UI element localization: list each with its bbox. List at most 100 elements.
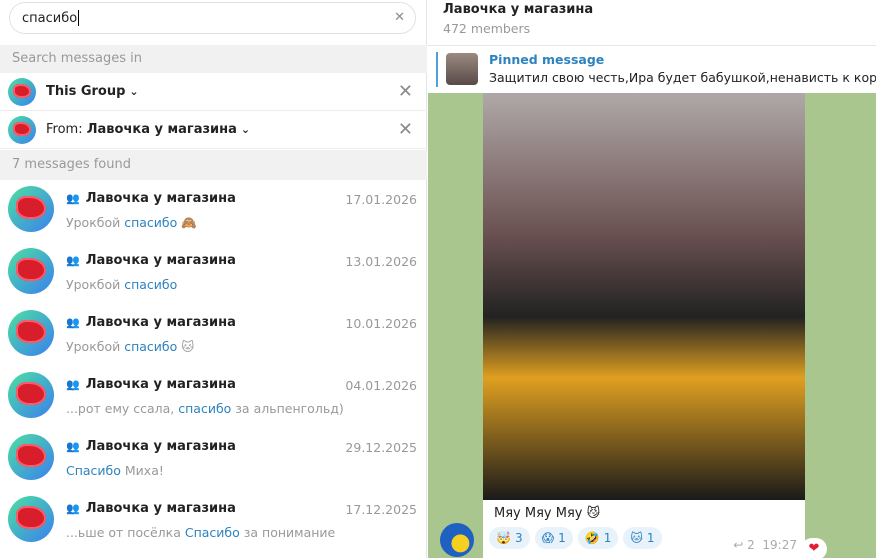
- reaction-count: 3: [514, 531, 523, 545]
- preview-text: Миха!: [120, 463, 164, 478]
- pinned-bar: [436, 52, 438, 87]
- result-preview: Урокбой спасибо 🐱: [66, 339, 194, 354]
- filter-from[interactable]: From: Лавочка у магазина ⌄ ✕: [0, 111, 427, 149]
- chat-area: Мяу Мяу Мяу 😼 🤯 3 😱 1 🤣 1 🐱 1 ↩ 2 19:27: [428, 93, 876, 558]
- preview-text: за альпенгольд): [231, 401, 344, 416]
- match-highlight: Спасибо: [184, 525, 240, 540]
- search-result[interactable]: 👥 Лавочка у магазина 17.12.2025 ...ьше от…: [0, 490, 427, 552]
- group-icon: 👥: [66, 440, 80, 453]
- match-highlight: спасибо: [124, 339, 178, 354]
- result-name: Лавочка у магазина: [85, 501, 236, 516]
- pinned-message[interactable]: Pinned message Защитил свою честь,Ира бу…: [428, 46, 876, 93]
- result-name: Лавочка у магазина: [85, 191, 236, 206]
- chat-title: Лавочка у магазина: [443, 2, 594, 17]
- result-preview: Урокбой спасибо 🙈: [66, 215, 197, 231]
- group-icon: 👥: [66, 378, 80, 391]
- reaction-chip[interactable]: 🤣 1: [577, 527, 619, 549]
- results-count: 7 messages found: [0, 150, 427, 180]
- group-avatar: [8, 372, 54, 418]
- reaction-chip[interactable]: 🤯 3: [489, 527, 530, 549]
- search-in-label: Search messages in: [0, 45, 427, 73]
- reply-count[interactable]: 2: [747, 538, 755, 552]
- group-avatar: [8, 496, 54, 542]
- preview-text: Урокбой: [66, 339, 125, 354]
- chevron-down-icon[interactable]: ⌄: [241, 123, 250, 136]
- preview-text: Урокбой: [66, 215, 125, 230]
- preview-text: 🐱: [177, 339, 195, 354]
- group-avatar: [8, 77, 36, 106]
- chat-panel: Лавочка у магазина 472 members Pinned me…: [428, 0, 876, 560]
- group-avatar: [8, 310, 54, 356]
- reaction-count: 1: [646, 531, 655, 545]
- pinned-title: Pinned message: [489, 52, 605, 67]
- chevron-down-icon[interactable]: ⌄: [129, 85, 138, 98]
- chat-header[interactable]: Лавочка у магазина 472 members: [428, 0, 876, 46]
- group-avatar: [8, 186, 54, 232]
- pinned-text: Защитил свою честь,Ира будет бабушкой,не…: [489, 70, 876, 85]
- result-date: 13.01.2026: [345, 254, 417, 269]
- search-panel: спасибо ✕ Search messages in This Group ⌄…: [0, 0, 427, 558]
- preview-text: Урокбой: [66, 277, 125, 292]
- group-icon: 👥: [66, 192, 80, 205]
- filter-prefix: From:: [46, 122, 87, 137]
- result-preview: Спасибо Миха!: [66, 463, 164, 478]
- filter-this-group[interactable]: This Group ⌄ ✕: [0, 73, 427, 111]
- result-name: Лавочка у магазина: [85, 377, 236, 392]
- result-name: Лавочка у магазина: [85, 439, 236, 454]
- reaction-count: 1: [603, 531, 612, 545]
- filter-label: Лавочка у магазина: [86, 122, 237, 137]
- heart-reaction-icon[interactable]: ❤: [801, 538, 827, 560]
- message-time: 19:27: [762, 538, 797, 552]
- reaction-emoji: 🤯: [496, 531, 511, 545]
- search-result[interactable]: 👥 Лавочка у магазина 10.01.2026 Урокбой с…: [0, 304, 427, 366]
- match-highlight: спасибо: [124, 215, 178, 230]
- search-input[interactable]: спасибо ✕: [9, 2, 416, 34]
- text-caret: [78, 10, 80, 26]
- group-avatar: [8, 434, 54, 480]
- clear-search-icon[interactable]: ✕: [394, 9, 405, 27]
- match-highlight: Спасибо: [66, 463, 121, 478]
- reaction-emoji: 😱: [541, 531, 555, 545]
- message-caption: Мяу Мяу Мяу 😼: [494, 506, 601, 521]
- close-icon[interactable]: ✕: [398, 83, 413, 101]
- reaction-count: 1: [558, 531, 566, 545]
- result-preview: ...рот ему ссала, спасибо за альпенгольд…: [66, 401, 344, 416]
- result-preview: ...ьше от посёлка Спасибо за понимание: [66, 525, 335, 540]
- search-result[interactable]: 👥 Лавочка у магазина 29.12.2025 Спасибо М…: [0, 428, 427, 490]
- preview-text: за понимание: [239, 525, 336, 540]
- result-date: 17.12.2025: [345, 502, 417, 517]
- reaction-chip[interactable]: 😱 1: [534, 527, 573, 549]
- reaction-chip[interactable]: 🐱 1: [623, 527, 662, 549]
- pinned-thumbnail: [446, 53, 478, 85]
- member-count: 472 members: [443, 21, 531, 36]
- search-result[interactable]: 👥 Лавочка у магазина 13.01.2026 Урокбой с…: [0, 242, 427, 304]
- video-message[interactable]: [483, 93, 805, 500]
- search-result[interactable]: 👥 Лавочка у магазина 17.01.2026 Урокбой с…: [0, 180, 427, 242]
- match-highlight: спасибо: [124, 277, 178, 292]
- sender-avatar: [8, 115, 36, 144]
- group-avatar: [8, 248, 54, 294]
- result-date: 29.12.2025: [345, 440, 417, 455]
- close-icon[interactable]: ✕: [398, 121, 413, 139]
- preview-text: ...ьше от посёлка: [66, 525, 185, 540]
- search-query[interactable]: спасибо: [22, 11, 77, 26]
- result-name: Лавочка у магазина: [85, 315, 236, 330]
- group-icon: 👥: [66, 316, 80, 329]
- group-icon: 👥: [66, 254, 80, 267]
- result-preview: Урокбой спасибо: [66, 277, 177, 292]
- message-bubble: Мяу Мяу Мяу 😼 🤯 3 😱 1 🤣 1 🐱 1 ↩ 2 19:27: [483, 500, 805, 558]
- group-icon: 👥: [66, 502, 80, 515]
- result-date: 10.01.2026: [345, 316, 417, 331]
- user-avatar[interactable]: [440, 523, 474, 557]
- result-name: Лавочка у магазина: [85, 253, 236, 268]
- reaction-emoji: 🐱: [630, 531, 643, 545]
- result-date: 17.01.2026: [345, 192, 417, 207]
- result-date: 04.01.2026: [345, 378, 417, 393]
- filter-label: This Group: [46, 84, 126, 99]
- match-highlight: спасибо: [178, 401, 232, 416]
- message-meta: ↩ 2 19:27: [733, 538, 797, 552]
- preview-text: 🙈: [177, 215, 197, 230]
- reaction-emoji: 🤣: [584, 531, 600, 545]
- search-result[interactable]: 👥 Лавочка у магазина 04.01.2026 ...рот ем…: [0, 366, 427, 428]
- preview-text: ...рот ему ссала,: [66, 401, 179, 416]
